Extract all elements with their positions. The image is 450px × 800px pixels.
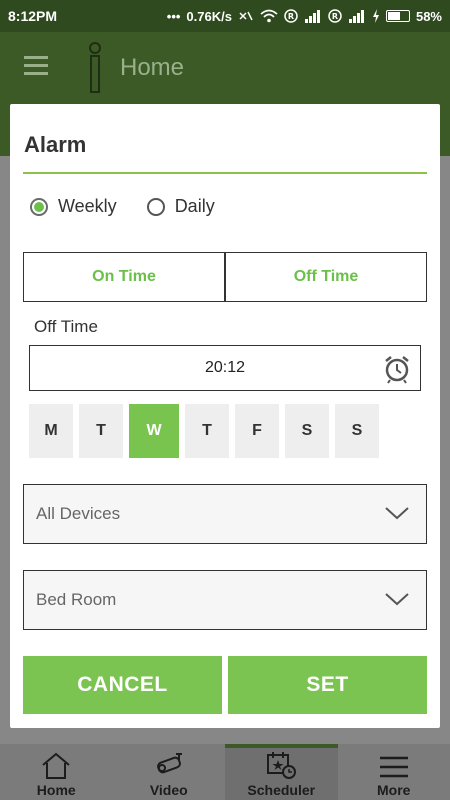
nav-more[interactable]: More [338, 744, 450, 800]
nav-scheduler-label: Scheduler [247, 782, 316, 798]
dialog-title: Alarm [24, 132, 87, 157]
nav-home-label: Home [36, 782, 76, 798]
battery-percent: 58% [415, 8, 442, 24]
chevron-down-icon [385, 593, 409, 606]
radio-weekly-indicator [30, 197, 48, 216]
signal-dots-icon: ••• [166, 8, 181, 24]
room-select-value: Bed Room [36, 590, 117, 609]
page-title: Home [120, 54, 185, 81]
nav-scheduler[interactable]: Scheduler [225, 744, 338, 800]
nav-home[interactable]: Home [0, 744, 113, 800]
hamburger-menu-icon[interactable] [24, 56, 48, 80]
time-section-label: Off Time [34, 317, 98, 336]
time-value: 20:12 [204, 359, 246, 376]
chevron-down-icon [385, 507, 409, 520]
radio-daily[interactable]: Daily [146, 196, 215, 217]
title-divider [23, 172, 427, 174]
status-time: 8:12PM [8, 8, 58, 24]
svg-text:R: R [288, 12, 294, 21]
cell-signal-icon-2 [348, 10, 364, 23]
nav-video-label: Video [149, 782, 188, 798]
day-thursday[interactable]: T [185, 404, 229, 458]
repeat-radio-group: Weekly Daily [30, 196, 245, 217]
day-wednesday[interactable]: W [129, 404, 179, 458]
day-monday[interactable]: M [29, 404, 73, 458]
battery-icon [385, 10, 410, 22]
tab-off-time[interactable]: Off Time [226, 253, 426, 301]
charging-icon [372, 9, 379, 23]
app-logo-icon [89, 42, 101, 93]
radio-daily-label: Daily [174, 196, 215, 216]
status-icons: ••• 0.76K/s R R 58% [167, 9, 442, 24]
network-speed: 0.76K/s [186, 8, 232, 24]
radio-daily-indicator [146, 197, 165, 216]
mute-icon [239, 11, 253, 21]
registered-icon-2: R [328, 9, 342, 23]
nav-video[interactable]: Video [113, 744, 226, 800]
bottom-navigation: Home Video Scheduler More [0, 744, 450, 800]
set-button[interactable]: SET [228, 656, 427, 714]
device-select[interactable]: All Devices [23, 484, 427, 544]
radio-weekly[interactable]: Weekly [30, 196, 117, 217]
menu-icon [379, 756, 408, 778]
day-sunday[interactable]: S [335, 404, 379, 458]
day-friday[interactable]: F [235, 404, 279, 458]
cancel-button[interactable]: CANCEL [23, 656, 222, 714]
nav-more-label: More [377, 782, 411, 798]
calendar-clock-icon [267, 752, 297, 779]
alarm-clock-icon[interactable] [382, 354, 412, 384]
svg-text:R: R [332, 12, 338, 21]
time-tabs: On Time Off Time [23, 252, 427, 302]
wifi-icon [260, 9, 278, 23]
status-bar: 8:12PM ••• 0.76K/s R R 58% [0, 0, 450, 32]
camera-icon [156, 753, 182, 774]
registered-icon: R [284, 9, 298, 23]
room-select[interactable]: Bed Room [23, 570, 427, 630]
weekday-selector: M T W T F S S [29, 404, 379, 458]
tab-on-time[interactable]: On Time [24, 253, 226, 301]
day-tuesday[interactable]: T [79, 404, 123, 458]
radio-weekly-label: Weekly [58, 196, 117, 216]
time-field[interactable]: 20:12 [29, 345, 421, 391]
home-icon [42, 752, 70, 779]
device-select-value: All Devices [36, 504, 121, 523]
day-saturday[interactable]: S [285, 404, 329, 458]
cell-signal-icon [304, 10, 320, 23]
alarm-dialog: Alarm Weekly Daily On Time Off Time Off … [10, 104, 440, 728]
